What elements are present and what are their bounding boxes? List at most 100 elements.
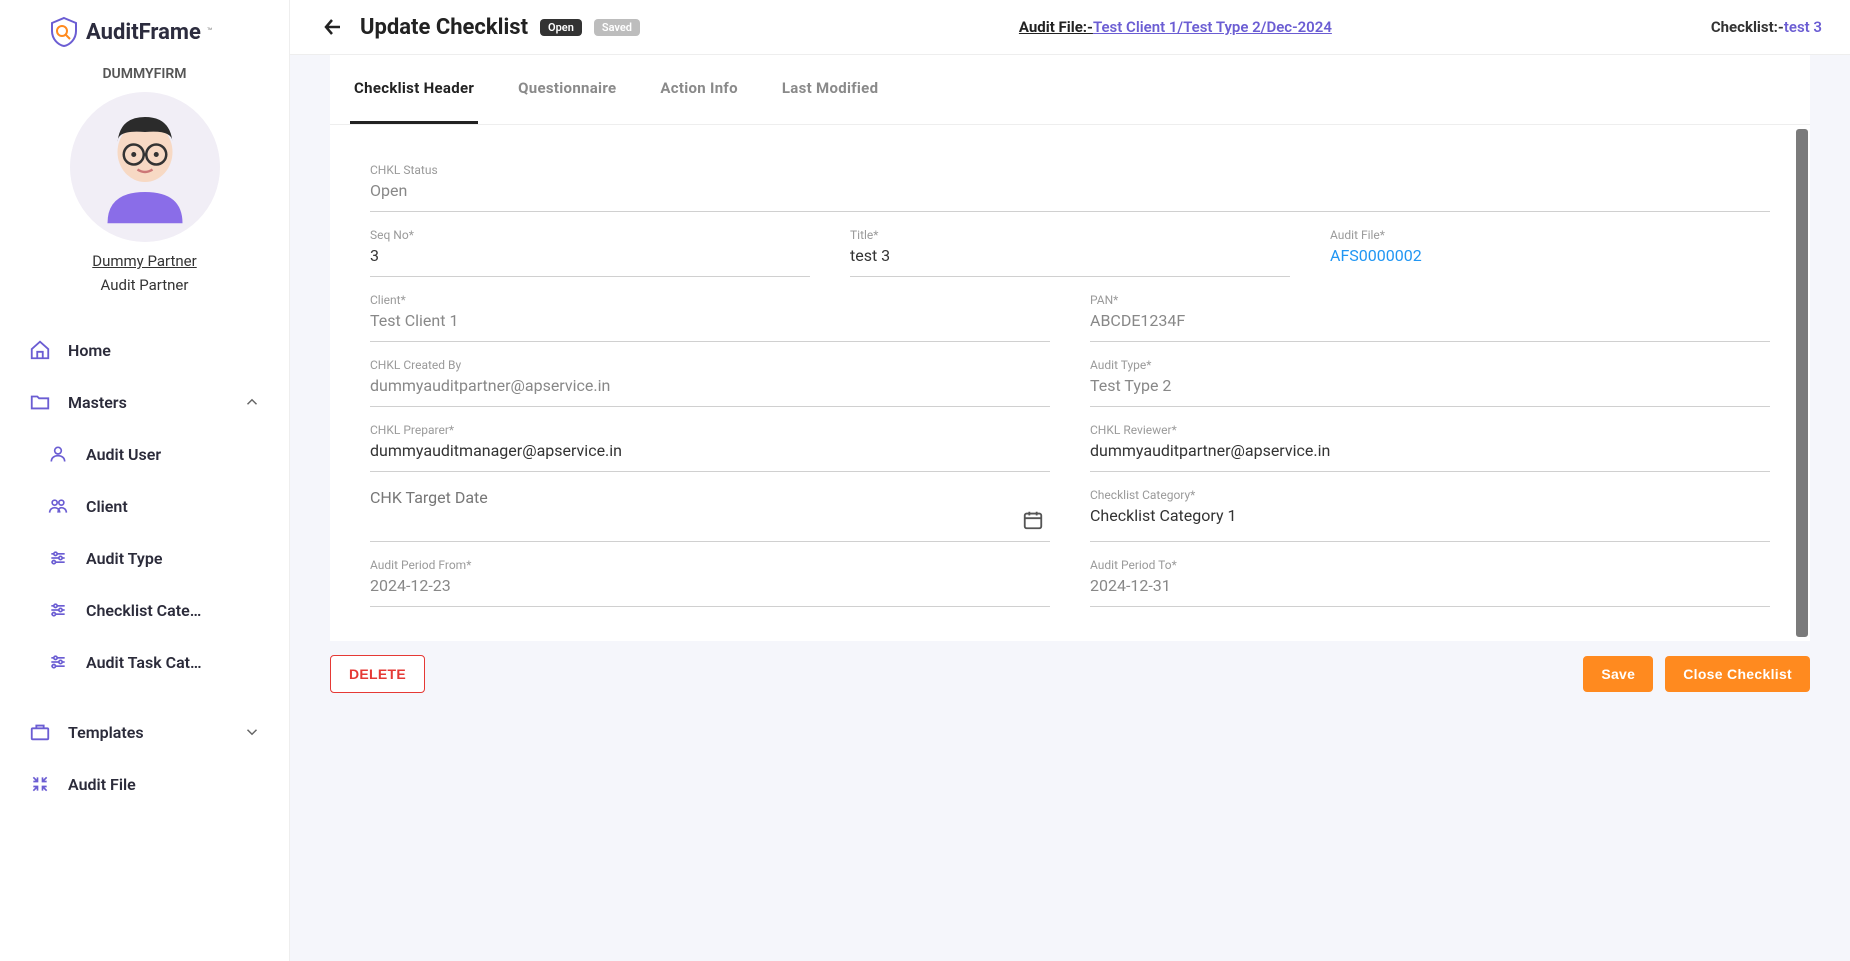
status-badge-saved: Saved	[594, 19, 640, 36]
field-seq-no[interactable]: Seq No* 3	[370, 218, 810, 277]
field-value: 3	[370, 246, 810, 268]
save-button[interactable]: Save	[1583, 656, 1653, 692]
field-label: Client*	[370, 293, 1050, 307]
folder-icon	[28, 390, 52, 414]
back-button[interactable]	[318, 12, 348, 42]
users-icon	[46, 494, 70, 518]
field-value: 2024-12-23	[370, 576, 1050, 598]
breadcrumb[interactable]: Audit File:-Test Client 1/Test Type 2/De…	[1019, 18, 1332, 36]
field-pan[interactable]: PAN* ABCDE1234F	[1090, 283, 1770, 342]
topbar: Update Checklist Open Saved Audit File:-…	[290, 0, 1850, 55]
field-value: Open	[370, 181, 1770, 203]
page-title: Update Checklist	[360, 15, 528, 40]
sidebar: AuditFrame ™ DUMMYFIRM Dummy Partner	[0, 0, 290, 961]
field-label: Checklist Category*	[1090, 488, 1770, 502]
field-audit-period-from[interactable]: Audit Period From* 2024-12-23	[370, 548, 1050, 607]
checklist-value: test 3	[1784, 18, 1822, 36]
logo-icon	[48, 16, 80, 48]
home-icon	[28, 338, 52, 362]
field-chk-target-date[interactable]: CHK Target Date	[370, 478, 1050, 542]
nav-audit-file[interactable]: Audit File	[18, 758, 271, 810]
actions-bar: DELETE Save Close Checklist	[330, 641, 1810, 707]
collapse-icon	[28, 772, 52, 796]
field-checklist-category[interactable]: Checklist Category* Checklist Category 1	[1090, 478, 1770, 542]
field-value: Test Client 1	[370, 311, 1050, 333]
nav-label: Audit Type	[86, 549, 162, 568]
delete-button[interactable]: DELETE	[330, 655, 425, 693]
field-audit-type[interactable]: Audit Type* Test Type 2	[1090, 348, 1770, 407]
field-chkl-created-by: CHKL Created By dummyauditpartner@apserv…	[370, 348, 1050, 407]
chevron-up-icon	[243, 393, 261, 411]
field-audit-file[interactable]: Audit File* AFS0000002	[1330, 218, 1770, 277]
field-chkl-reviewer[interactable]: CHKL Reviewer* dummyauditpartner@apservi…	[1090, 413, 1770, 472]
nav: Home Masters Audit User Client Audit Typ…	[0, 324, 289, 810]
user-role: Audit Partner	[0, 276, 289, 294]
field-label: CHKL Preparer*	[370, 423, 1050, 437]
checklist-info: Checklist:-test 3	[1711, 18, 1822, 36]
field-value: dummyauditmanager@apservice.in	[370, 441, 1050, 463]
nav-label: Audit User	[86, 445, 161, 464]
nav-client[interactable]: Client	[18, 480, 271, 532]
nav-audit-task-category[interactable]: Audit Task Cat…	[18, 636, 271, 688]
field-chkl-preparer[interactable]: CHKL Preparer* dummyauditmanager@apservi…	[370, 413, 1050, 472]
breadcrumb-link[interactable]: Test Client 1/Test Type 2/Dec-2024	[1093, 18, 1332, 36]
breadcrumb-prefix: Audit File:-	[1019, 18, 1093, 36]
tab-last-modified[interactable]: Last Modified	[778, 55, 882, 124]
tab-questionnaire[interactable]: Questionnaire	[514, 55, 620, 124]
field-label: Seq No*	[370, 228, 810, 242]
field-label: Audit Period To*	[1090, 558, 1770, 572]
nav-label: Masters	[68, 393, 127, 412]
avatar-wrap	[0, 92, 289, 242]
field-title[interactable]: Title* test 3	[850, 218, 1290, 277]
field-value: dummyauditpartner@apservice.in	[370, 376, 1050, 398]
logo: AuditFrame ™	[0, 8, 289, 66]
trademark-icon: ™	[207, 27, 213, 37]
nav-label: Home	[68, 341, 111, 360]
field-label: CHKL Reviewer*	[1090, 423, 1770, 437]
tab-action-info[interactable]: Action Info	[656, 55, 741, 124]
field-value: Checklist Category 1	[1090, 506, 1770, 528]
nav-label: Client	[86, 497, 128, 516]
checklist-label: Checklist:-	[1711, 18, 1784, 36]
scrollbar[interactable]	[1796, 129, 1808, 637]
field-label: CHKL Status	[370, 163, 1770, 177]
field-label: Audit Type*	[1090, 358, 1770, 372]
nav-home[interactable]: Home	[18, 324, 271, 376]
avatar[interactable]	[70, 92, 220, 242]
nav-audit-user[interactable]: Audit User	[18, 428, 271, 480]
tabs: Checklist Header Questionnaire Action In…	[330, 55, 1810, 125]
calendar-icon[interactable]	[1022, 509, 1044, 531]
field-client[interactable]: Client* Test Client 1	[370, 283, 1050, 342]
nav-label: Audit Task Cat…	[86, 653, 202, 672]
logo-text: AuditFrame	[86, 20, 201, 45]
nav-masters[interactable]: Masters	[18, 376, 271, 428]
field-value-link[interactable]: AFS0000002	[1330, 246, 1770, 268]
nav-audit-type[interactable]: Audit Type	[18, 532, 271, 584]
sliders-icon	[46, 546, 70, 570]
sliders-icon	[46, 650, 70, 674]
nav-templates[interactable]: Templates	[18, 706, 271, 758]
briefcase-icon	[28, 720, 52, 744]
field-value: 2024-12-31	[1090, 576, 1770, 598]
tab-checklist-header[interactable]: Checklist Header	[350, 55, 478, 124]
field-value: dummyauditpartner@apservice.in	[1090, 441, 1770, 463]
nav-label: Templates	[68, 723, 144, 742]
field-value	[370, 511, 1050, 533]
field-label: Title*	[850, 228, 1290, 242]
user-name-link[interactable]: Dummy Partner	[0, 252, 289, 270]
nav-checklist-category[interactable]: Checklist Cate…	[18, 584, 271, 636]
field-audit-period-to[interactable]: Audit Period To* 2024-12-31	[1090, 548, 1770, 607]
chevron-down-icon	[243, 723, 261, 741]
field-chkl-status: CHKL Status Open	[370, 153, 1770, 212]
field-label: PAN*	[1090, 293, 1770, 307]
form-panel: CHKL Status Open Seq No* 3	[330, 125, 1810, 641]
field-label: Audit Period From*	[370, 558, 1050, 572]
nav-label: Checklist Cate…	[86, 601, 201, 620]
field-value: test 3	[850, 246, 1290, 268]
close-checklist-button[interactable]: Close Checklist	[1665, 656, 1810, 692]
field-value: ABCDE1234F	[1090, 311, 1770, 333]
sliders-icon	[46, 598, 70, 622]
nav-spacer	[18, 688, 271, 706]
field-label: CHK Target Date	[370, 488, 1050, 507]
field-label: CHKL Created By	[370, 358, 1050, 372]
